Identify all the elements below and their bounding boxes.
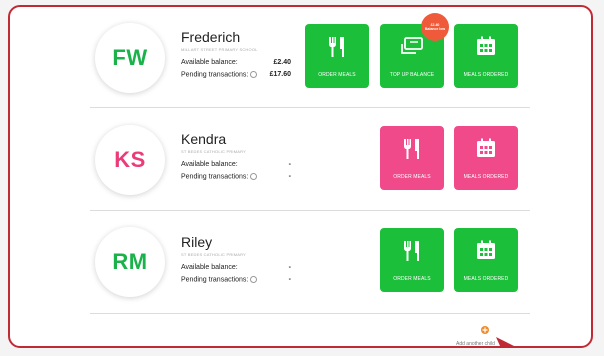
info-icon[interactable]: [250, 276, 258, 283]
app-frame: FW Frederich MILLART STREET PRIMARY SCHO…: [8, 5, 593, 348]
pending-transactions-label: Pending transactions:: [181, 276, 258, 283]
pending-transactions: Pending transactions: £17.60: [181, 71, 291, 78]
available-balance: Available balance: -: [181, 264, 291, 271]
student-row: RM Riley ST BEDES CATHOLIC PRIMARY Avail…: [90, 210, 530, 314]
calendar-icon: [477, 240, 495, 259]
meals-ordered-label: MEALS ORDERED: [463, 174, 509, 180]
pending-transactions-label: Pending transactions:: [181, 173, 258, 180]
student-row: FW Frederich MILLART STREET PRIMARY SCHO…: [90, 7, 530, 108]
meals-ordered-button[interactable]: MEALS ORDERED: [454, 126, 518, 190]
cutlery-icon: [404, 139, 419, 159]
top-up-balance-label: TOP UP BALANCE: [389, 72, 435, 78]
card-swipe-icon: [401, 37, 423, 54]
cutlery-icon: [329, 37, 344, 57]
school-name: ST BEDES CATHOLIC PRIMARY: [181, 252, 247, 257]
available-balance-value: -: [288, 161, 291, 168]
pending-transactions-value: £17.60: [269, 71, 291, 78]
student-name: Riley: [181, 234, 213, 250]
cutlery-icon: [404, 241, 419, 261]
pending-transactions: Pending transactions: -: [181, 276, 291, 283]
available-balance: Available balance: £2.40: [181, 59, 291, 66]
student-row: KS Kendra ST BEDES CATHOLIC PRIMARY Avai…: [90, 107, 530, 211]
school-name: ST BEDES CATHOLIC PRIMARY: [181, 149, 247, 154]
order-meals-label: ORDER MEALS: [318, 72, 356, 78]
order-meals-button[interactable]: ORDER MEALS: [380, 126, 444, 190]
info-icon[interactable]: [250, 173, 258, 180]
add-child-link[interactable]: Add another child: [456, 341, 495, 346]
order-meals-label: ORDER MEALS: [393, 276, 431, 282]
available-balance: Available balance: -: [181, 161, 291, 168]
order-meals-button[interactable]: ORDER MEALS: [305, 24, 369, 88]
school-name: MILLART STREET PRIMARY SCHOOL: [181, 47, 258, 52]
available-balance-value: £2.40: [273, 59, 291, 66]
calendar-icon: [477, 36, 495, 55]
available-balance-label: Available balance:: [181, 161, 238, 168]
avatar: FW: [95, 23, 165, 93]
calendar-icon: [477, 138, 495, 157]
avatar: KS: [95, 125, 165, 195]
avatar: RM: [95, 227, 165, 297]
info-icon[interactable]: [250, 71, 258, 78]
available-balance-label: Available balance:: [181, 264, 238, 271]
meals-ordered-button[interactable]: MEALS ORDERED: [454, 24, 518, 88]
pending-transactions-label: Pending transactions:: [181, 71, 258, 78]
pending-transactions-value: -: [288, 276, 291, 283]
meals-ordered-button[interactable]: MEALS ORDERED: [454, 228, 518, 292]
student-name: Kendra: [181, 131, 227, 147]
pending-transactions: Pending transactions: -: [181, 173, 291, 180]
available-balance-value: -: [288, 264, 291, 271]
order-meals-button[interactable]: ORDER MEALS: [380, 228, 444, 292]
low-balance-badge: £2.40 Balance low: [421, 13, 449, 41]
available-balance-label: Available balance:: [181, 59, 238, 66]
meals-ordered-label: MEALS ORDERED: [463, 72, 509, 78]
order-meals-label: ORDER MEALS: [393, 174, 431, 180]
student-name: Frederich: [181, 29, 241, 45]
meals-ordered-label: MEALS ORDERED: [463, 276, 509, 282]
pending-transactions-value: -: [288, 173, 291, 180]
add-child-icon[interactable]: [480, 325, 490, 335]
cursor-icon: [496, 337, 514, 346]
